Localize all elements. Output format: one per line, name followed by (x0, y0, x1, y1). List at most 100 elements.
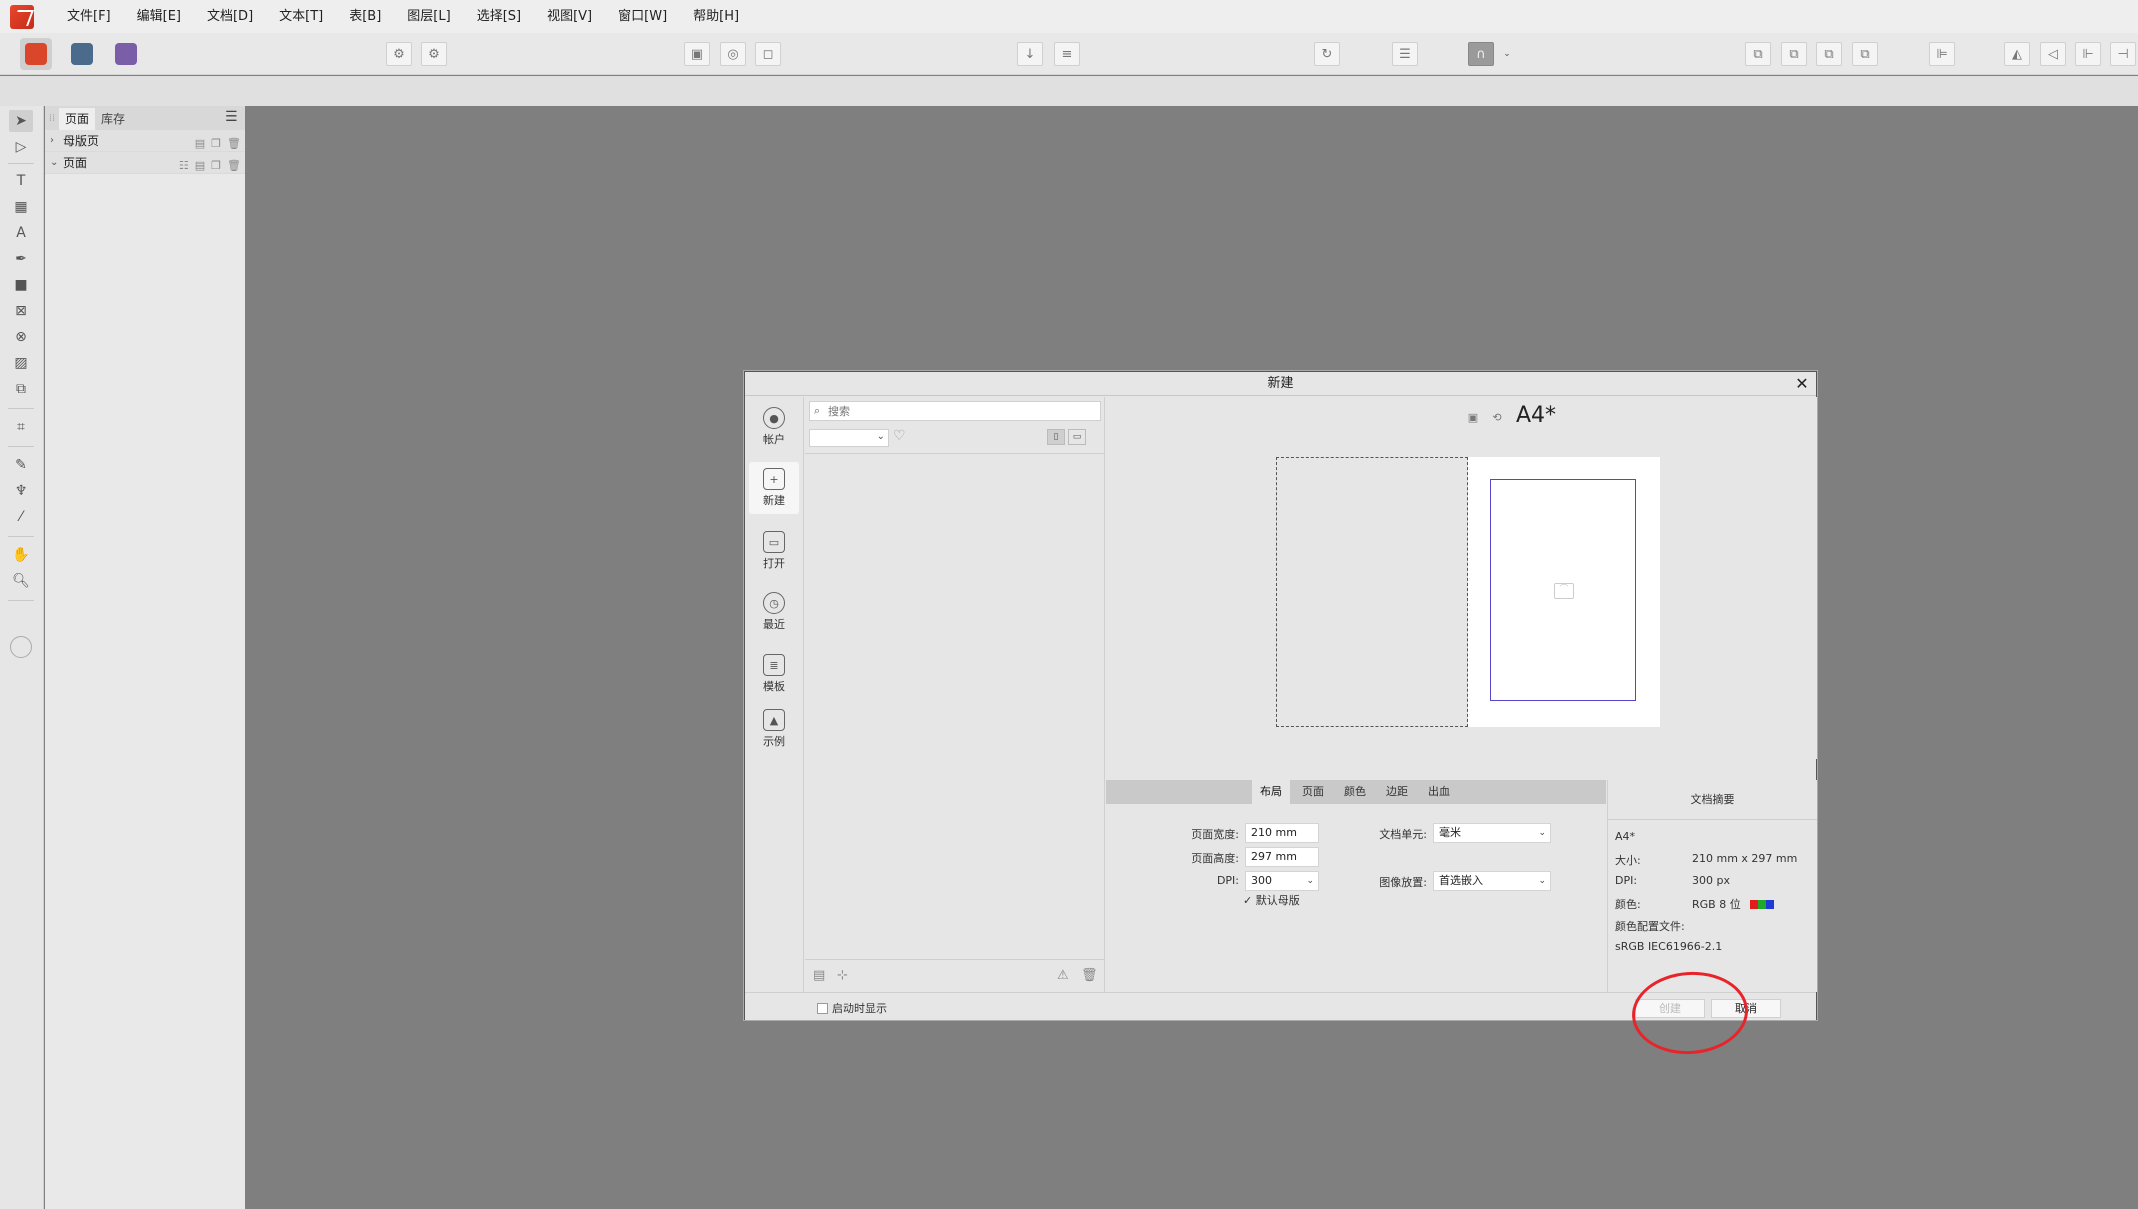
menu-window[interactable]: 窗口[W] (605, 0, 680, 33)
link-frames-button[interactable]: ↻ (1314, 42, 1340, 66)
picture-frame-tool-button[interactable]: ⊠ (9, 300, 33, 322)
page-width-field[interactable]: 210 mm (1245, 823, 1319, 843)
ellipse-frame-tool-button[interactable]: ⊗ (9, 326, 33, 348)
preset-list[interactable] (805, 453, 1105, 957)
close-icon[interactable]: ✕ (1793, 372, 1811, 396)
rectangle-tool-button[interactable]: ■ (9, 274, 33, 296)
menu-layer[interactable]: 图层[L] (394, 0, 463, 33)
panel-grip-icon[interactable]: ⁞⁞ (45, 108, 59, 130)
photo-persona-icon (71, 43, 93, 65)
place-image-tool-button[interactable]: ▨ (9, 352, 33, 374)
menu-document[interactable]: 文档[D] (194, 0, 266, 33)
arrange-backward-button[interactable]: ⧉ (1781, 42, 1807, 66)
tab-pages[interactable]: 页面 (59, 108, 96, 130)
menu-select[interactable]: 选择[S] (464, 0, 534, 33)
designer-persona-button[interactable] (110, 38, 142, 70)
text-frame-button[interactable]: ≡ (1054, 42, 1080, 66)
artistic-text-tool-button[interactable]: A (9, 222, 33, 244)
panel-menu-icon[interactable]: ☰ (225, 110, 239, 124)
transparency-tool-button[interactable]: ♆ (9, 480, 33, 502)
pages-row[interactable]: ⌄ 页面 ☷ ▤ ❐ 🗑︎ (45, 152, 245, 174)
frame-text-icon: T (16, 173, 26, 189)
document-units-select[interactable]: 毫米 ⌄ (1433, 823, 1551, 843)
master-pages-row[interactable]: › 母版页 ▤ ❐ 🗑︎ (45, 130, 245, 152)
menu-table[interactable]: 表[B] (336, 0, 394, 33)
arrange-back-button[interactable]: ⧉ (1745, 42, 1771, 66)
add-page-icon[interactable]: ▤ (195, 155, 205, 177)
nav-open[interactable]: ▭ 打开 (749, 525, 799, 577)
landscape-view-button[interactable]: ▭ (1068, 429, 1086, 445)
distribute-button[interactable]: ⊣ (2110, 42, 2136, 66)
align-button[interactable]: ⊫ (1929, 42, 1955, 66)
publisher-persona-button[interactable] (20, 38, 52, 70)
duplicate-page-icon[interactable]: ❐ (211, 155, 221, 177)
chevron-right-icon[interactable]: › (50, 130, 54, 152)
menu-help[interactable]: 帮助[H] (680, 0, 752, 33)
tab-margins[interactable]: 边距 (1378, 780, 1416, 804)
portrait-view-button[interactable]: ▯ (1047, 429, 1065, 445)
add-category-icon[interactable]: ⊹ (837, 968, 848, 983)
tab-layout[interactable]: 布局 (1252, 780, 1290, 804)
tab-bleed[interactable]: 出血 (1420, 780, 1458, 804)
add-preset-icon[interactable]: ▤ (813, 968, 825, 983)
nav-recent[interactable]: ◷ 最近 (749, 586, 799, 638)
move-tool-button[interactable]: ➤ (9, 110, 33, 132)
pen-tool-button[interactable]: ✒ (9, 248, 33, 270)
delete-page-icon[interactable]: 🗑︎ (227, 155, 241, 177)
nav-templates[interactable]: ≣ 模板 (749, 648, 799, 700)
view-tool-button[interactable]: ✋ (9, 544, 33, 566)
photo-persona-button[interactable] (66, 38, 98, 70)
vector-crop-tool-button[interactable]: ⧉ (9, 378, 33, 400)
show-on-startup-checkbox[interactable]: 启动时显示 (817, 1000, 887, 1016)
warning-icon[interactable]: ⚠ (1057, 968, 1069, 983)
view-mode-normal-button[interactable]: ▣ (684, 42, 710, 66)
crop-tool-button[interactable]: ⌗ (9, 416, 33, 438)
node-tool-button[interactable]: ▷ (9, 136, 33, 158)
search-input[interactable] (828, 404, 1088, 418)
color-picker-tool-button[interactable]: ⁄ (9, 506, 33, 528)
fill-tool-button[interactable]: ✎ (9, 454, 33, 476)
view-mode-clip-button[interactable]: ◻ (755, 42, 781, 66)
frame-text-tool-button[interactable]: T (9, 170, 33, 192)
reset-preset-icon[interactable]: ⟲ (1490, 411, 1504, 425)
zoom-tool-button[interactable]: 🔍︎ (9, 570, 33, 592)
arrange-forward-button[interactable]: ⧉ (1816, 42, 1842, 66)
text-wrap-button[interactable]: ☰ (1392, 42, 1418, 66)
tool-divider (8, 536, 34, 537)
snapping-button[interactable]: ∩ (1468, 42, 1494, 66)
delete-preset-icon[interactable]: 🗑︎ (1081, 968, 1098, 983)
preflight-button[interactable]: ⚙ (421, 42, 447, 66)
save-preset-icon[interactable]: ▣ (1466, 411, 1480, 425)
nav-account[interactable]: ● 帐户 (749, 401, 799, 453)
tab-page[interactable]: 页面 (1294, 780, 1332, 804)
color-swatch-button[interactable] (9, 632, 33, 662)
chevron-down-icon[interactable]: ⌄ (50, 152, 58, 174)
flip-horizontal-button[interactable]: ◭ (2004, 42, 2030, 66)
image-placement-select[interactable]: 首选嵌入 ⌄ (1433, 871, 1551, 891)
rotate-left-button[interactable]: ◁ (2040, 42, 2066, 66)
view-mode-bleed-button[interactable]: ◎ (720, 42, 746, 66)
tab-assets[interactable]: 库存 (95, 108, 131, 130)
nav-templates-label: 模板 (763, 680, 785, 693)
dpi-select[interactable]: 300 ⌄ (1245, 871, 1319, 891)
pin-button[interactable]: ↓ (1017, 42, 1043, 66)
preset-category-select[interactable]: ⌄ (809, 429, 889, 447)
tab-color[interactable]: 颜色 (1336, 780, 1374, 804)
menu-file[interactable]: 文件[F] (54, 0, 124, 33)
rotate-right-button[interactable]: ⊩ (2075, 42, 2101, 66)
search-box[interactable]: ⌕ (809, 401, 1101, 421)
menu-text[interactable]: 文本[T] (266, 0, 336, 33)
default-master-checkbox[interactable]: ✓ 默认母版 (1243, 892, 1300, 908)
page-height-field[interactable]: 297 mm (1245, 847, 1319, 867)
nav-samples[interactable]: ▲ 示例 (749, 703, 799, 755)
nav-new[interactable]: + 新建 (749, 462, 799, 514)
menu-edit[interactable]: 编辑[E] (124, 0, 194, 33)
menu-view[interactable]: 视图[V] (534, 0, 605, 33)
arrange-front-button[interactable]: ⧉ (1852, 42, 1878, 66)
snapping-dropdown[interactable]: ⌄ (1501, 42, 1513, 66)
page-options-icon[interactable]: ☷ (179, 155, 189, 177)
table-tool-button[interactable]: ▦ (9, 196, 33, 218)
settings-button[interactable]: ⚙ (386, 42, 412, 66)
favorite-heart-icon[interactable]: ♡ (893, 428, 906, 444)
show-on-startup-label: 启动时显示 (832, 1002, 887, 1015)
